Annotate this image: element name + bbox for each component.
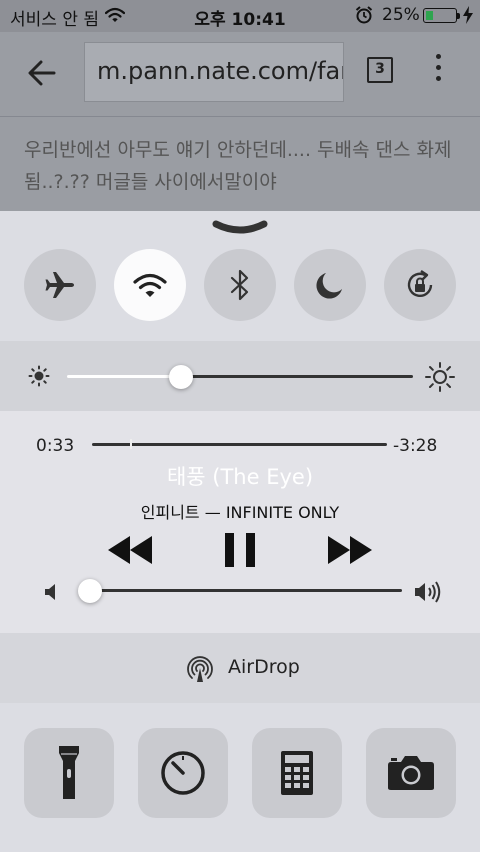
status-bar: 서비스 안 됨 오후 10:41 25% (0, 0, 480, 32)
elapsed-time: 0:33 (36, 436, 75, 456)
airplane-icon (45, 272, 74, 298)
flashlight-icon (59, 746, 79, 799)
camera-icon (388, 756, 434, 790)
timer-button[interactable] (138, 728, 228, 818)
url-text: m.pann.nate.com/fantalk (97, 57, 343, 85)
control-center: 0:33 -3:28 태풍 (The Eye) 인피니트 — INFINITE … (0, 211, 480, 852)
chevron-down-icon[interactable] (212, 218, 268, 240)
shortcuts-row (0, 703, 480, 852)
bluetooth-icon (230, 269, 249, 301)
browser-background: m.pann.nate.com/fantalk 3 우리반에선 아무도 얘기 안… (0, 32, 480, 212)
bluetooth-toggle[interactable] (204, 249, 276, 321)
volume-high-icon (415, 581, 441, 603)
fast-forward-button[interactable] (328, 536, 372, 564)
volume-slider-thumb[interactable] (77, 579, 102, 603)
brightness-section (0, 341, 480, 411)
camera-button[interactable] (366, 728, 456, 818)
calculator-button[interactable] (252, 728, 342, 818)
charging-bolt-icon (463, 6, 473, 24)
alarm-icon (355, 6, 373, 24)
timer-icon (161, 751, 205, 795)
airplane-mode-toggle[interactable] (24, 249, 96, 321)
song-title: 태풍 (The Eye) (166, 465, 314, 489)
remaining-time: -3:28 (393, 436, 438, 456)
scrubber-playhead[interactable] (130, 439, 133, 449)
divider (0, 116, 480, 117)
back-arrow-icon[interactable] (28, 60, 56, 86)
volume-low-icon (45, 584, 55, 600)
airdrop-icon (187, 656, 213, 682)
url-bar[interactable]: m.pann.nate.com/fantalk (84, 42, 344, 102)
wifi-toggle[interactable] (114, 249, 186, 321)
battery-icon (423, 8, 457, 23)
article-headline[interactable]: 우리반에선 아무도 얘기 안하던데.... 두배속 댄스 화제됨..?.?? 머… (24, 134, 464, 198)
now-playing-section: 0:33 -3:28 태풍 (The Eye) 인피니트 — INFINITE … (0, 411, 480, 633)
battery-tip (457, 13, 460, 19)
brightness-slider-thumb[interactable] (169, 365, 194, 389)
pause-button[interactable] (225, 533, 255, 567)
flashlight-button[interactable] (24, 728, 114, 818)
more-vert-icon[interactable] (436, 54, 441, 87)
tab-switcher-button[interactable]: 3 (367, 57, 393, 83)
rewind-button[interactable] (108, 536, 152, 564)
rotation-lock-toggle[interactable] (384, 249, 456, 321)
brightness-low-icon (28, 365, 50, 387)
song-artist-album: 인피니트 — INFINITE ONLY (140, 503, 340, 522)
brightness-high-icon (425, 362, 455, 392)
wifi-icon (133, 273, 167, 297)
battery-percent: 25% (382, 5, 420, 25)
airdrop-button[interactable]: AirDrop (0, 633, 480, 703)
moon-icon (316, 273, 342, 299)
do-not-disturb-toggle[interactable] (294, 249, 366, 321)
airdrop-label: AirDrop (228, 656, 300, 678)
calculator-icon (281, 751, 313, 795)
rotation-lock-icon (407, 270, 433, 297)
